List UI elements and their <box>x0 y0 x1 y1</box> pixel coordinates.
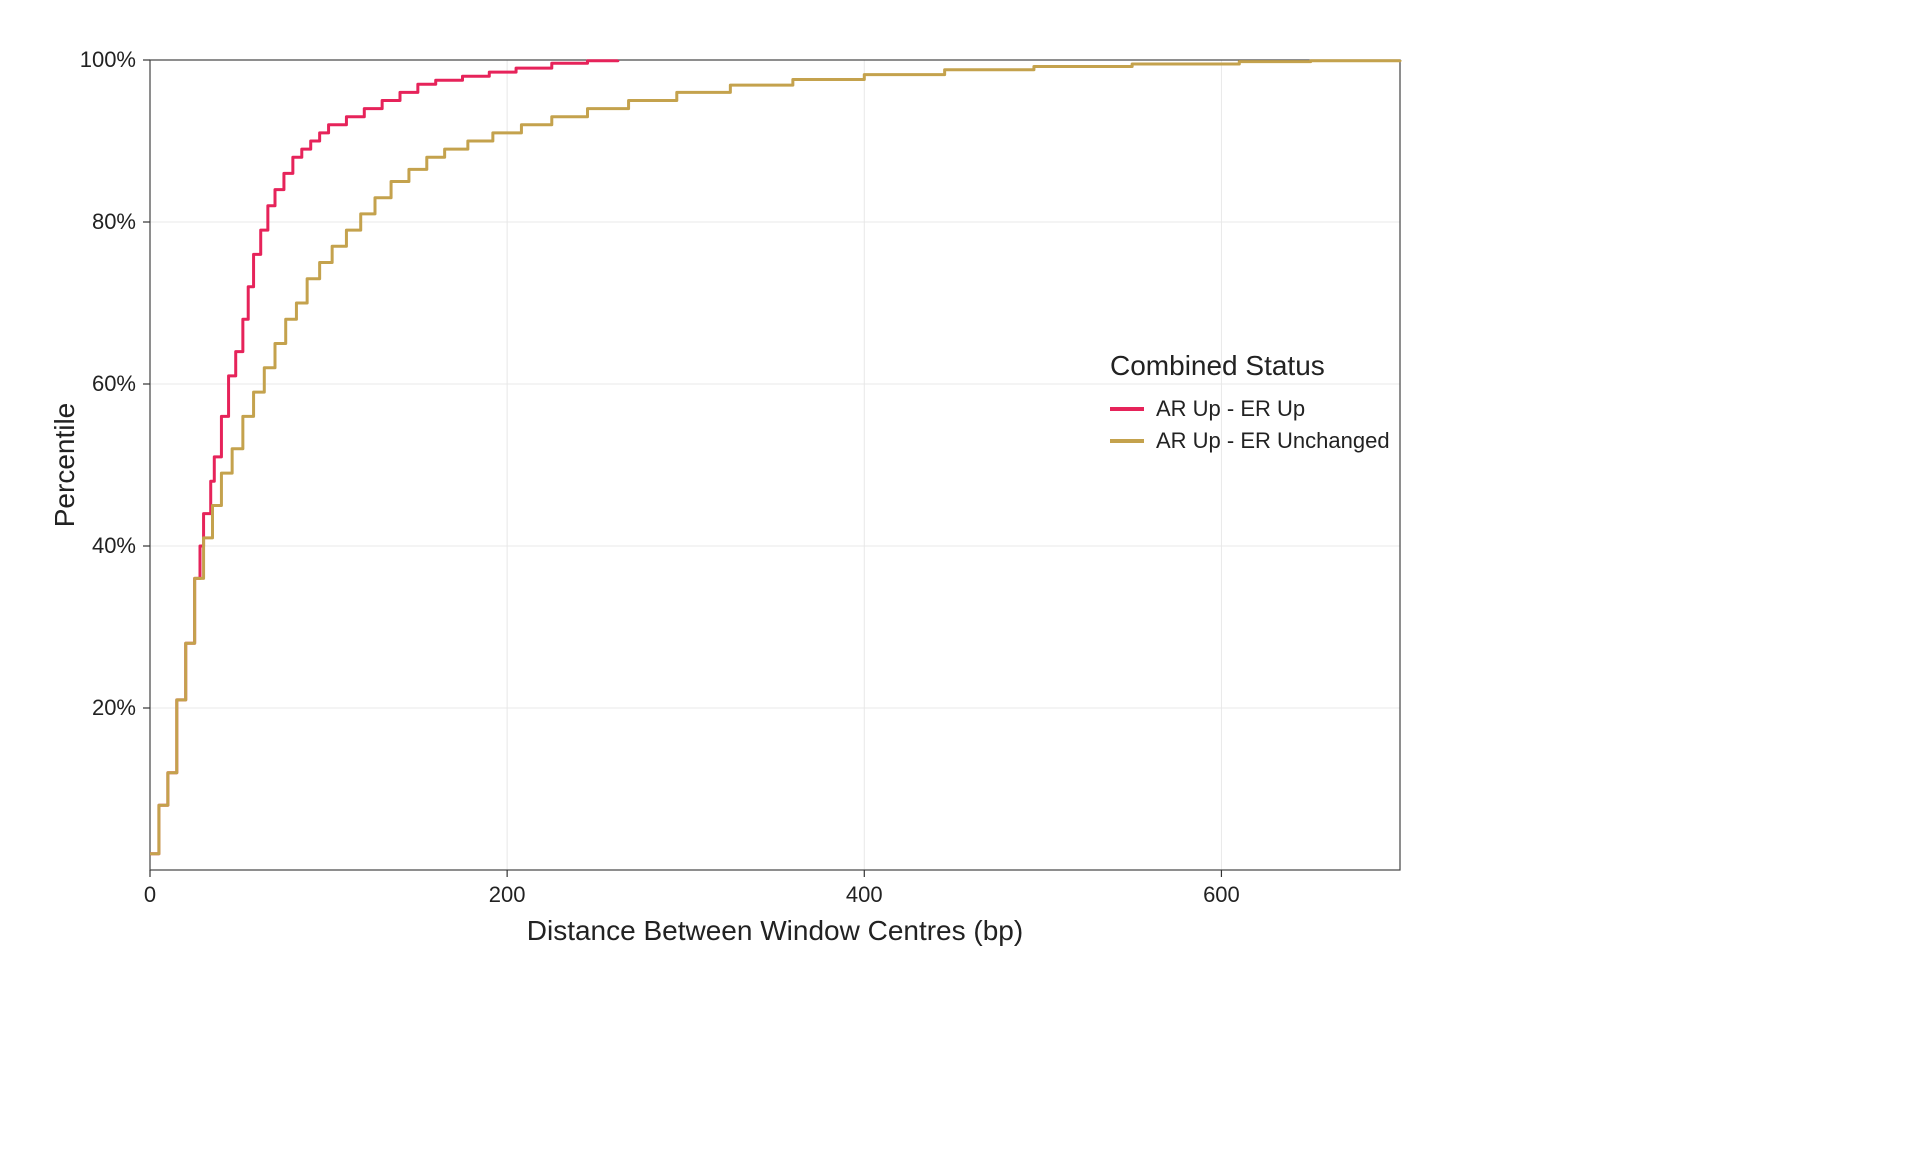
y-tick-label: 60% <box>92 371 136 396</box>
legend-item: AR Up - ER Up <box>1110 396 1510 422</box>
y-tick-label: 40% <box>92 533 136 558</box>
x-tick-label: 600 <box>1203 882 1240 907</box>
x-axis-title: Distance Between Window Centres (bp) <box>527 915 1023 946</box>
x-tick-label: 200 <box>489 882 526 907</box>
legend-swatch <box>1110 407 1144 411</box>
legend-label: AR Up - ER Up <box>1156 396 1305 422</box>
legend-title: Combined Status <box>1110 350 1510 382</box>
x-tick-label: 400 <box>846 882 883 907</box>
legend-item: AR Up - ER Unchanged <box>1110 428 1510 454</box>
legend-label: AR Up - ER Unchanged <box>1156 428 1390 454</box>
y-tick-label: 80% <box>92 209 136 234</box>
ecdf-plot: 0 200 400 600 20% 40% 60% 80% 100% Distance Betwe… <box>40 40 1420 960</box>
plot-panel <box>150 60 1400 870</box>
x-tick-label: 0 <box>144 882 156 907</box>
chart-container: 0 200 400 600 20% 40% 60% 80% 100% Distance Betwe… <box>40 40 1420 960</box>
legend: Combined Status AR Up - ER Up AR Up - ER U… <box>1110 350 1510 460</box>
y-axis-title: Percentile <box>49 403 80 528</box>
y-tick-label: 100% <box>80 47 136 72</box>
y-tick-label: 20% <box>92 695 136 720</box>
legend-swatch <box>1110 439 1144 443</box>
